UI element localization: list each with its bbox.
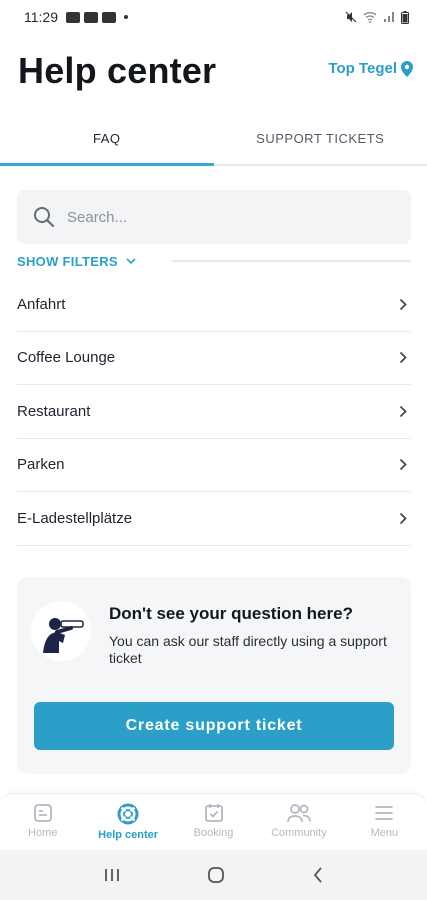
location-label: Top Tegel bbox=[328, 60, 397, 77]
wifi-icon bbox=[363, 12, 377, 23]
status-time: 11:29 bbox=[24, 9, 58, 25]
hamburger-icon bbox=[375, 806, 394, 820]
faq-item-e-ladestellplaetze[interactable]: E-Ladestellplätze bbox=[17, 492, 411, 546]
nav-home-label: Home bbox=[28, 827, 58, 839]
faq-item-label: Parken bbox=[17, 456, 65, 474]
chevron-right-icon bbox=[399, 298, 407, 310]
nav-community[interactable]: Community bbox=[256, 794, 341, 850]
system-icons bbox=[345, 10, 409, 24]
youtube-icon bbox=[84, 11, 98, 23]
nav-booking-label: Booking bbox=[193, 827, 234, 839]
faq-item-label: Restaurant bbox=[17, 402, 91, 420]
people-icon bbox=[287, 804, 311, 823]
chevron-right-icon bbox=[399, 512, 407, 524]
nav-menu[interactable]: Menu bbox=[342, 794, 427, 850]
faq-item-label: E-Ladestellplätze bbox=[17, 509, 133, 527]
faq-item-parken[interactable]: Parken bbox=[17, 439, 411, 492]
person-with-binoculars-icon bbox=[43, 618, 84, 653]
back-icon[interactable] bbox=[312, 866, 324, 884]
notification-icons bbox=[66, 11, 128, 23]
status-bar: 11:29 bbox=[0, 0, 427, 34]
youtube-icon bbox=[102, 11, 116, 23]
filters-divider bbox=[171, 260, 411, 262]
chevron-right-icon bbox=[399, 405, 407, 417]
faq-item-coffee-lounge[interactable]: Coffee Lounge bbox=[17, 332, 411, 385]
search-bar[interactable] bbox=[17, 190, 411, 244]
calendar-check-icon bbox=[204, 804, 223, 822]
location-selector[interactable]: Top Tegel bbox=[328, 60, 413, 77]
tab-faq-label: FAQ bbox=[92, 130, 121, 146]
nav-home[interactable]: Home bbox=[0, 794, 85, 850]
chevron-right-icon bbox=[399, 352, 407, 364]
location-pin-icon bbox=[401, 60, 413, 77]
app-notification-icon bbox=[66, 11, 80, 23]
support-illustration bbox=[31, 601, 91, 661]
nav-community-label: Community bbox=[271, 827, 327, 839]
tab-support-tickets-label: SUPPORT TICKETS bbox=[256, 130, 385, 146]
page-header: Help center Top Tegel bbox=[0, 44, 427, 104]
nav-menu-label: Menu bbox=[370, 827, 399, 839]
support-card-text: You can ask our staff directly using a s… bbox=[109, 633, 387, 666]
nav-help-center[interactable]: Help center bbox=[85, 794, 170, 850]
filters-row: SHOW FILTERS bbox=[17, 252, 411, 270]
tab-support-tickets[interactable]: SUPPORT TICKETS bbox=[214, 112, 427, 164]
recent-apps-icon[interactable] bbox=[103, 867, 121, 883]
mute-icon bbox=[345, 11, 357, 23]
faq-list: Anfahrt Coffee Lounge Restaurant Parken … bbox=[17, 278, 411, 546]
faq-item-restaurant[interactable]: Restaurant bbox=[17, 385, 411, 439]
home-icon bbox=[33, 804, 52, 822]
chevron-down-icon[interactable] bbox=[126, 257, 136, 265]
bottom-nav: Home Help center Booking Community Menu bbox=[0, 793, 427, 850]
search-icon bbox=[34, 207, 55, 228]
home-button-icon[interactable] bbox=[207, 866, 225, 884]
chevron-right-icon bbox=[399, 459, 407, 471]
faq-item-anfahrt[interactable]: Anfahrt bbox=[17, 278, 411, 332]
battery-icon bbox=[401, 10, 409, 24]
nav-help-center-label: Help center bbox=[98, 829, 159, 841]
faq-item-label: Anfahrt bbox=[17, 295, 66, 313]
more-notifications-icon bbox=[124, 15, 128, 19]
show-filters-button[interactable]: SHOW FILTERS bbox=[17, 254, 118, 269]
support-card-title: Don't see your question here? bbox=[109, 604, 353, 623]
signal-icon bbox=[384, 12, 394, 22]
nav-booking[interactable]: Booking bbox=[171, 794, 256, 850]
page-title: Help center bbox=[18, 50, 217, 91]
lifebuoy-icon bbox=[117, 803, 139, 825]
support-card: Don't see your question here? You can as… bbox=[17, 577, 411, 774]
tab-bar: FAQ SUPPORT TICKETS bbox=[0, 112, 427, 166]
system-nav-bar bbox=[0, 850, 427, 900]
faq-item-label: Coffee Lounge bbox=[17, 349, 116, 367]
search-input[interactable] bbox=[67, 208, 367, 226]
create-support-ticket-button[interactable]: Create support ticket bbox=[34, 702, 394, 750]
tab-faq[interactable]: FAQ bbox=[0, 112, 214, 166]
